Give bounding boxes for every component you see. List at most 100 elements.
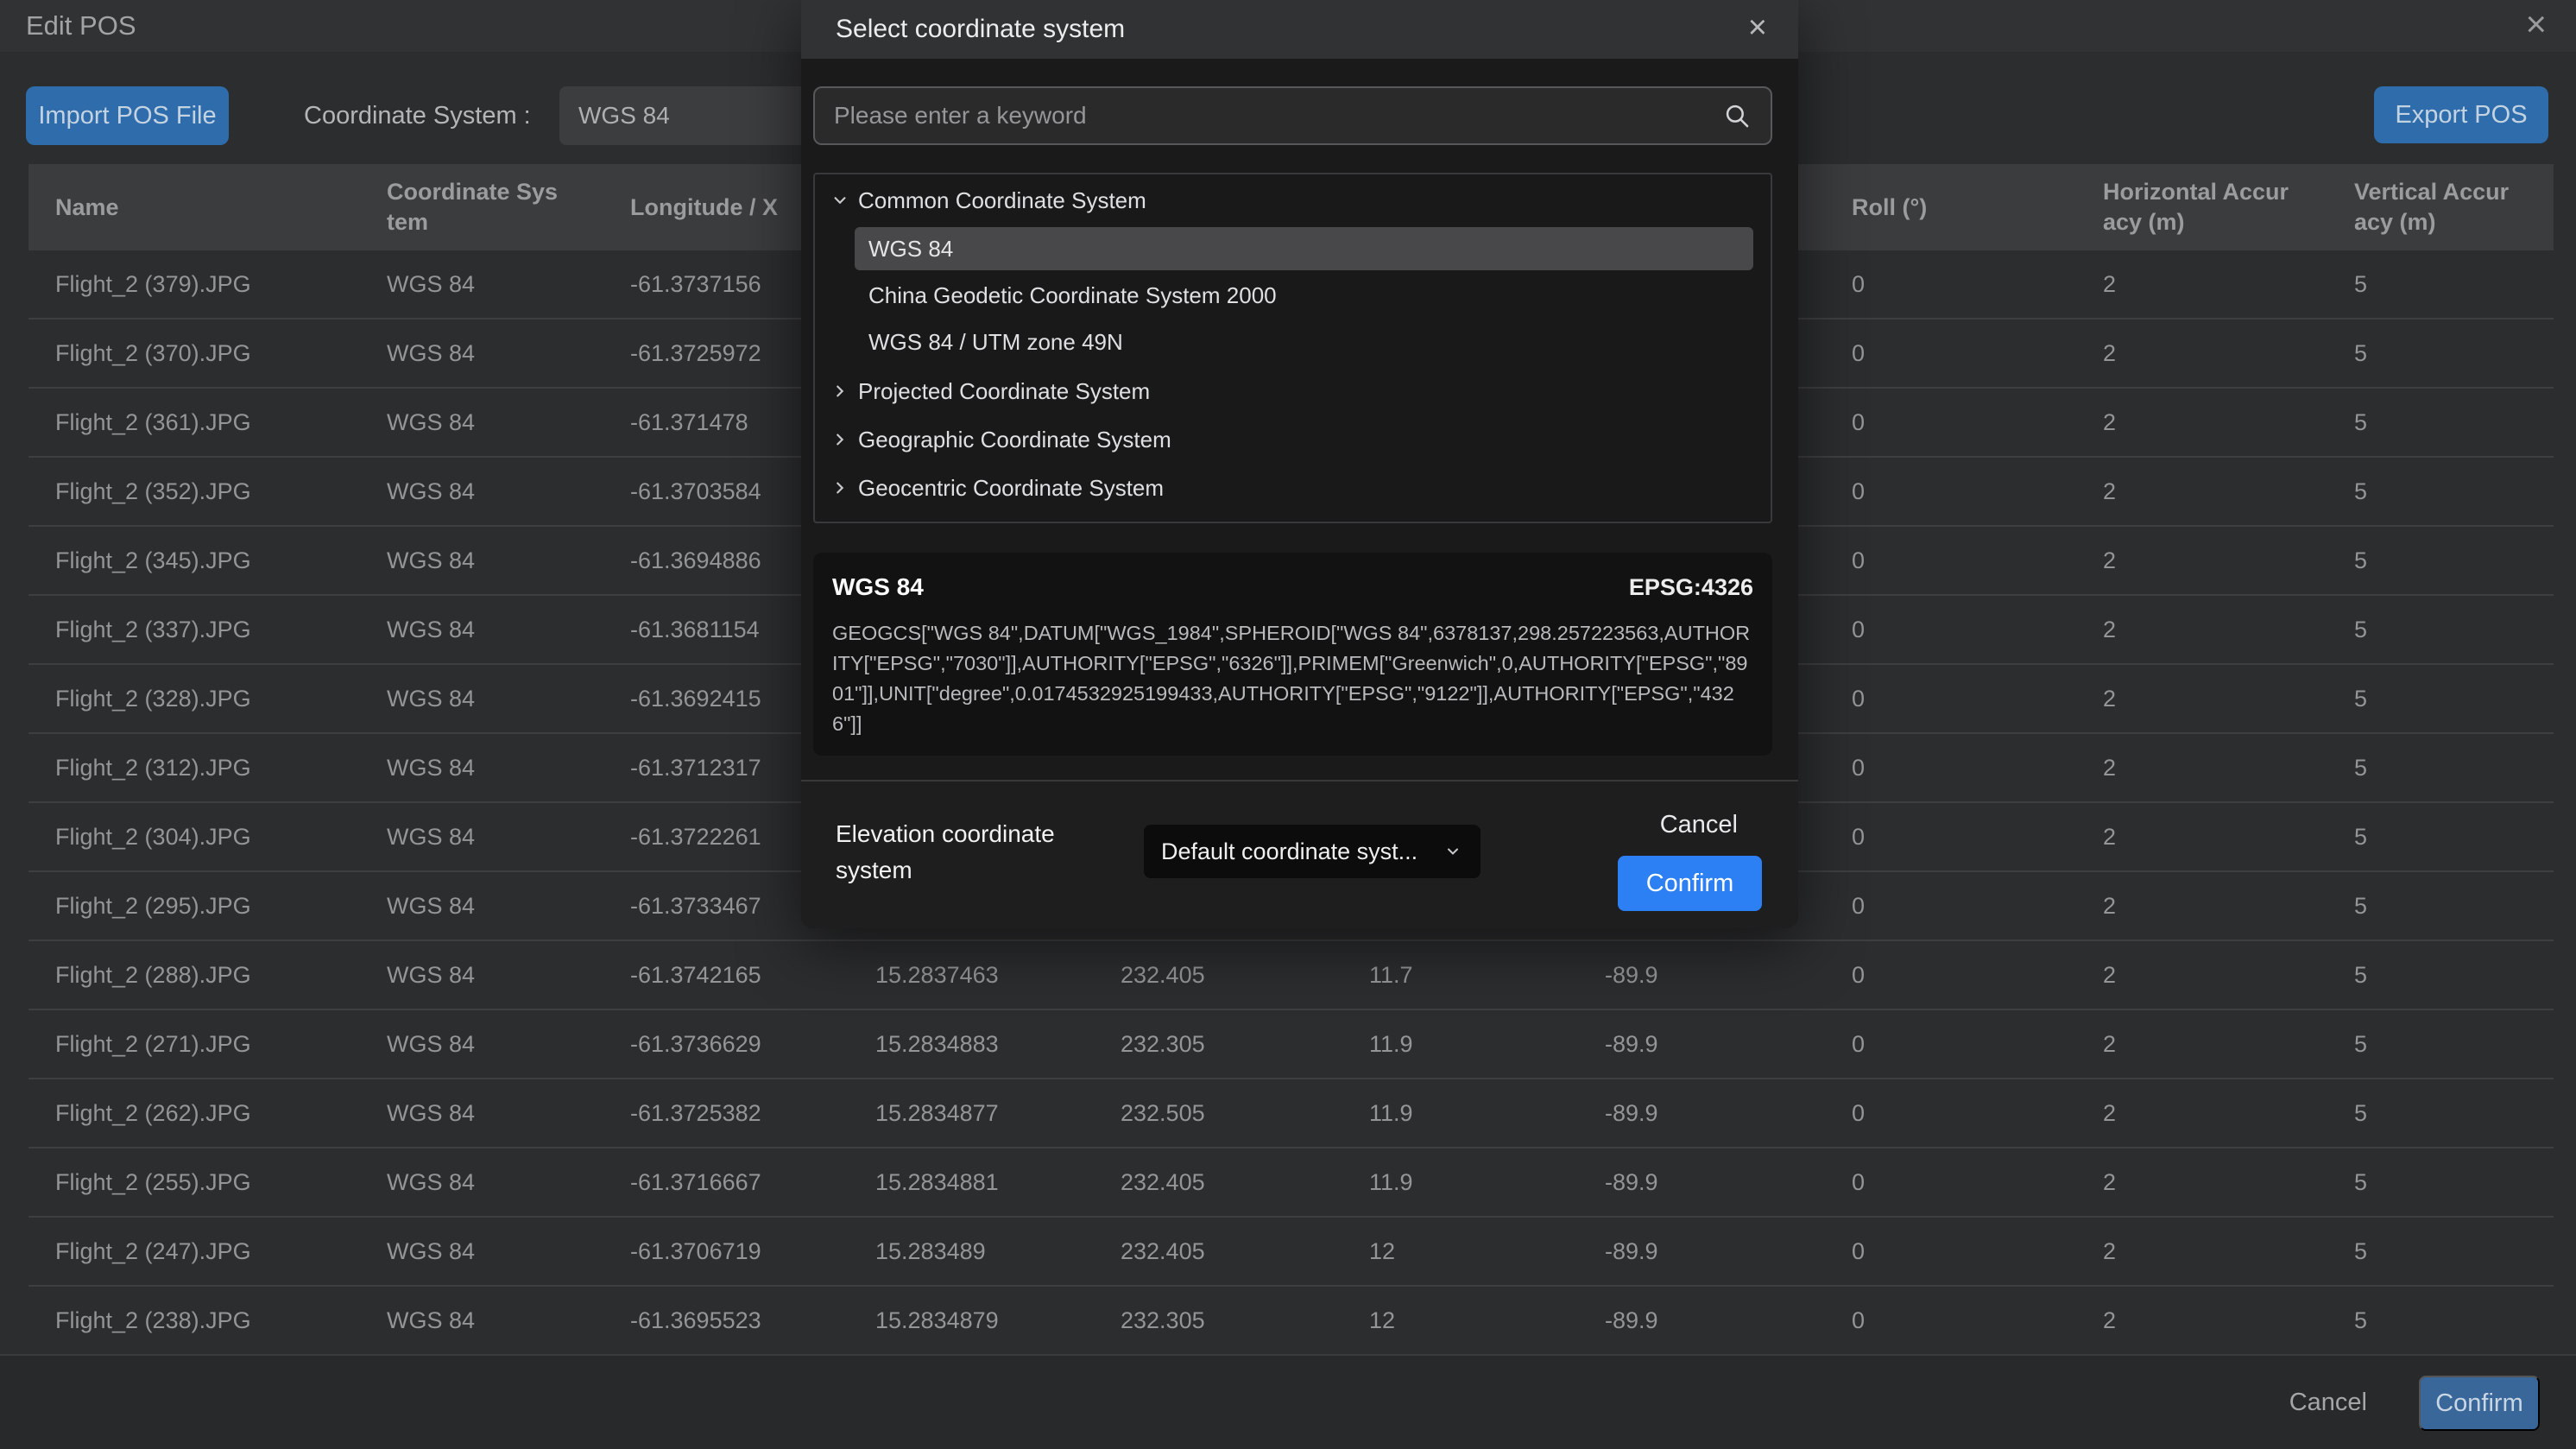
table-cell: 5: [2327, 665, 2554, 732]
table-cell: 5: [2327, 1148, 2554, 1216]
table-cell: 232.405: [1094, 1218, 1342, 1285]
import-pos-button[interactable]: Import POS File: [26, 86, 229, 145]
table-cell: -61.3716667: [603, 1148, 849, 1216]
table-cell: 5: [2327, 872, 2554, 940]
cancel-button[interactable]: Cancel: [2289, 1356, 2367, 1449]
tree-node[interactable]: Geocentric Coordinate System: [815, 464, 1771, 512]
table-cell: 2: [2076, 1287, 2327, 1354]
modal-title: Select coordinate system: [836, 0, 1125, 59]
table-cell: Flight_2 (328).JPG: [28, 665, 360, 732]
column-header: Roll (°): [1825, 164, 2076, 250]
table-cell: 2: [2076, 458, 2327, 525]
table-row[interactable]: Flight_2 (238).JPGWGS 84-61.369552315.28…: [28, 1287, 2554, 1356]
crs-epsg-code: EPSG:4326: [1629, 574, 1753, 601]
table-cell: 232.405: [1094, 941, 1342, 1009]
table-row[interactable]: Flight_2 (255).JPGWGS 84-61.371666715.28…: [28, 1148, 2554, 1218]
table-cell: 232.305: [1094, 1287, 1342, 1354]
modal-cancel-button[interactable]: Cancel: [1660, 811, 1738, 839]
table-cell: -89.9: [1578, 1218, 1825, 1285]
table-cell: 12: [1342, 1287, 1578, 1354]
table-cell: WGS 84: [360, 458, 603, 525]
table-cell: 2: [2076, 872, 2327, 940]
table-cell: -89.9: [1578, 941, 1825, 1009]
table-row[interactable]: Flight_2 (262).JPGWGS 84-61.372538215.28…: [28, 1079, 2554, 1148]
table-cell: 0: [1825, 941, 2076, 1009]
table-cell: WGS 84: [360, 1218, 603, 1285]
table-cell: Flight_2 (247).JPG: [28, 1218, 360, 1285]
table-cell: WGS 84: [360, 250, 603, 318]
tree-leaf[interactable]: China Geodetic Coordinate System 2000: [855, 274, 1753, 317]
table-cell: WGS 84: [360, 320, 603, 387]
table-cell: 11.7: [1342, 941, 1578, 1009]
export-pos-button[interactable]: Export POS: [2374, 86, 2548, 143]
chevron-right-icon: [829, 428, 851, 451]
table-cell: 0: [1825, 527, 2076, 594]
table-cell: 0: [1825, 803, 2076, 870]
tree-leaf-selected[interactable]: WGS 84: [855, 227, 1753, 270]
table-row[interactable]: Flight_2 (288).JPGWGS 84-61.374216515.28…: [28, 941, 2554, 1010]
table-cell: 0: [1825, 1287, 2076, 1354]
table-cell: Flight_2 (288).JPG: [28, 941, 360, 1009]
table-cell: -61.3706719: [603, 1218, 849, 1285]
table-cell: -61.3742165: [603, 941, 849, 1009]
table-cell: 232.305: [1094, 1010, 1342, 1078]
modal-confirm-button[interactable]: Confirm: [1618, 856, 1762, 911]
table-cell: 5: [2327, 1287, 2554, 1354]
table-cell: 11.9: [1342, 1148, 1578, 1216]
table-cell: 0: [1825, 1010, 2076, 1078]
table-cell: 0: [1825, 1079, 2076, 1147]
modal-close-icon[interactable]: ×: [1748, 0, 1767, 59]
table-cell: Flight_2 (379).JPG: [28, 250, 360, 318]
table-cell: -89.9: [1578, 1287, 1825, 1354]
table-cell: Flight_2 (304).JPG: [28, 803, 360, 870]
search-icon: [1722, 101, 1752, 130]
elevation-coordinate-dropdown[interactable]: Default coordinate syst...: [1144, 825, 1481, 878]
elevation-coordinate-system-label: Elevation coordinate system: [836, 816, 1112, 889]
table-cell: 5: [2327, 250, 2554, 318]
table-cell: WGS 84: [360, 1079, 603, 1147]
table-cell: WGS 84: [360, 941, 603, 1009]
table-cell: 0: [1825, 458, 2076, 525]
table-cell: Flight_2 (345).JPG: [28, 527, 360, 594]
edit-pos-dialog: Edit POS × Import POS File Coordinate Sy…: [0, 0, 2576, 1449]
table-cell: -89.9: [1578, 1079, 1825, 1147]
crs-name: WGS 84: [832, 573, 924, 601]
table-cell: 0: [1825, 872, 2076, 940]
table-row[interactable]: Flight_2 (271).JPGWGS 84-61.373662915.28…: [28, 1010, 2554, 1079]
table-cell: 2: [2076, 1079, 2327, 1147]
tree-node[interactable]: Geographic Coordinate System: [815, 415, 1771, 464]
table-cell: 15.2834879: [849, 1287, 1094, 1354]
table-cell: 0: [1825, 596, 2076, 663]
page-footer: Cancel Confirm: [0, 1354, 2576, 1449]
table-cell: 11.9: [1342, 1010, 1578, 1078]
crs-wkt-text: GEOGCS["WGS 84",DATUM["WGS_1984",SPHEROI…: [832, 618, 1753, 739]
table-cell: WGS 84: [360, 1287, 603, 1354]
table-row[interactable]: Flight_2 (247).JPGWGS 84-61.370671915.28…: [28, 1218, 2554, 1287]
tree-node-label: Geocentric Coordinate System: [858, 475, 1164, 502]
table-cell: WGS 84: [360, 527, 603, 594]
column-header: Name: [28, 164, 360, 250]
table-cell: 0: [1825, 250, 2076, 318]
table-cell: 15.2837463: [849, 941, 1094, 1009]
table-cell: 2: [2076, 320, 2327, 387]
close-icon[interactable]: ×: [2525, 0, 2547, 52]
tree-node-label: Common Coordinate System: [858, 187, 1146, 214]
confirm-button[interactable]: Confirm: [2419, 1376, 2540, 1431]
chevron-down-icon: [829, 189, 851, 212]
table-cell: 2: [2076, 665, 2327, 732]
chevron-down-icon: [1443, 841, 1463, 862]
tree-leaf[interactable]: WGS 84 / UTM zone 49N: [855, 320, 1753, 364]
table-cell: 232.505: [1094, 1079, 1342, 1147]
page-title: Edit POS: [26, 0, 136, 52]
table-cell: WGS 84: [360, 872, 603, 940]
search-input[interactable]: Please enter a keyword: [813, 86, 1772, 145]
table-cell: 2: [2076, 527, 2327, 594]
tree-node-label: Geographic Coordinate System: [858, 427, 1171, 453]
search-placeholder: Please enter a keyword: [834, 102, 1722, 130]
table-cell: Flight_2 (295).JPG: [28, 872, 360, 940]
table-cell: 5: [2327, 527, 2554, 594]
tree-node[interactable]: Common Coordinate System: [815, 176, 1771, 225]
table-cell: 2: [2076, 941, 2327, 1009]
table-cell: 2: [2076, 734, 2327, 801]
tree-node[interactable]: Projected Coordinate System: [815, 367, 1771, 415]
